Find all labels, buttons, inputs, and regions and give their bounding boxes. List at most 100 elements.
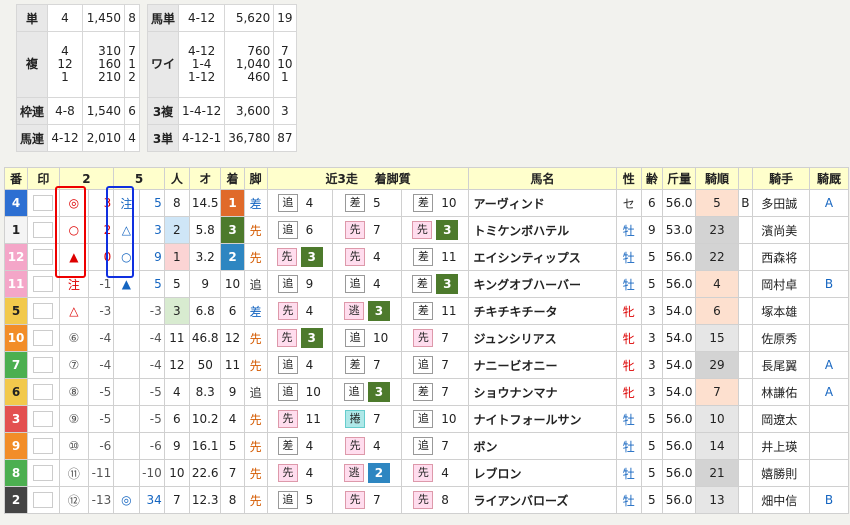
col-chaku[interactable]: 着 [220,167,245,190]
race-row[interactable]: 5 △ -3 -3 3 6.8 6 差 先 4 逃 3 差 11 チキチキチータ… [3,297,850,325]
race-row[interactable]: 4 ◎ 3 注 5 8 14.5 1 差 追 4 差 5 差 10 アーヴィンド… [3,189,850,217]
jockey-name[interactable]: 濱尚美 [752,216,810,244]
horse-name[interactable]: エイシンティップス [468,243,617,271]
mark-2: ⑦ [58,351,90,379]
mark-input[interactable] [33,330,54,346]
finish: 4 [220,405,245,433]
col-kyaku[interactable]: 脚 [243,167,268,190]
mark-input[interactable] [33,222,54,238]
col-name[interactable]: 馬名 [468,167,617,190]
horse-name[interactable]: ジュンシリアス [468,324,617,352]
mark-input[interactable] [33,276,54,292]
past-style-3: 先 [413,464,434,482]
jockey-name[interactable]: 岡村卓 [752,270,810,298]
race-row[interactable]: 10 ⑥ -4 -4 11 46.8 12 先 先 3 追 10 先 7 ジュン… [3,324,850,352]
carried-weight: 56.0 [661,459,697,487]
payout-table-left: 単 4 1,450 8 複 4 12 1 310 160 210 712 枠連 4-8 … [15,4,140,152]
col-jstable[interactable]: 騎厩 [808,167,850,190]
mark-cell[interactable] [27,189,60,217]
jockey-name[interactable]: 西森将 [752,243,810,271]
jockey-name[interactable]: 長尾翼 [752,351,810,379]
past-race-2: 先 7 [331,216,403,244]
mark-input[interactable] [33,303,54,319]
finish-pos: 7 [372,412,381,426]
jockey-rank: 29 [695,351,739,379]
mark-input[interactable] [33,249,54,265]
horse-name[interactable]: ライアンバローズ [468,486,617,514]
mark-input[interactable] [33,465,54,481]
jockey-name[interactable]: 井上瑛 [752,432,810,460]
horse-name[interactable]: アーヴィンド [468,189,617,217]
race-row[interactable]: 1 ○ 2 △ 3 2 5.8 3 先 追 6 先 7 先 3 トミケンボハテル… [3,216,850,244]
jockey-name[interactable]: 畑中信 [752,486,810,514]
mark-cell[interactable] [27,243,60,271]
past-race-1: 追 9 [266,270,333,298]
past-race-3: 追 7 [401,351,470,379]
col-jrank[interactable]: 騎順 [695,167,739,190]
col-2[interactable]: 2 [58,167,115,190]
mark-cell[interactable] [27,216,60,244]
jockey-name[interactable]: 嬉勝則 [752,459,810,487]
col-ninki[interactable]: 人 [163,167,190,190]
race-row[interactable]: 3 ⑨ -5 -5 6 10.2 4 先 先 11 捲 7 追 10 ナイトフォ… [3,405,850,433]
col-weight[interactable]: 斤量 [661,167,697,190]
race-row[interactable]: 12 ▲ 0 ○ 9 1 3.2 2 先 先 3 先 4 差 11 エイシンティ… [3,243,850,271]
col-ban[interactable]: 番 [3,167,29,190]
mark-input[interactable] [33,357,54,373]
jockey-mark [737,459,754,487]
jockey-name[interactable]: 佐原秀 [752,324,810,352]
popularity: 10 [163,459,190,487]
past-race-2: 差 5 [331,189,403,217]
odds: 6.8 [188,297,222,325]
horse-name[interactable]: ショウナンマナ [468,378,617,406]
horse-sex: 牡 [615,432,642,460]
jockey-name[interactable]: 塚本雄 [752,297,810,325]
col-5[interactable]: 5 [113,167,165,190]
horse-name[interactable]: キングオブハーバー [468,270,617,298]
col-age[interactable]: 齢 [640,167,663,190]
jockey-name[interactable]: 岡遼太 [752,405,810,433]
odds: 10.2 [188,405,222,433]
race-row[interactable]: 2 ⑫ -13 ◎ 34 7 12.3 8 先 追 5 先 7 先 8 ライアン… [3,486,850,514]
mark-cell[interactable] [27,378,60,406]
mark-cell[interactable] [27,297,60,325]
race-row[interactable]: 6 ⑧ -5 -5 4 8.3 9 追 追 10 追 3 差 7 ショウナンマナ… [3,378,850,406]
popularity: 12 [163,351,190,379]
jockey-name[interactable]: 林謙佑 [752,378,810,406]
mark-cell[interactable] [27,324,60,352]
payout-number: 4-12-1 [178,124,226,152]
mark-input[interactable] [33,411,54,427]
past-race-1: 差 4 [266,432,333,460]
mark-input[interactable] [33,195,54,211]
mark-cell[interactable] [27,405,60,433]
col-shirushi[interactable]: 印 [27,167,60,190]
past-race-3: 差 7 [401,378,470,406]
race-row[interactable]: 11 注 -1 ▲ 5 5 9 10 追 追 9 追 4 差 3 キングオブハー… [3,270,850,298]
mark-input[interactable] [33,384,54,400]
col-odds[interactable]: オ [188,167,222,190]
horse-age: 5 [640,486,663,514]
col-jockey[interactable]: 騎手 [752,167,810,190]
mark-cell[interactable] [27,459,60,487]
race-row[interactable]: 7 ⑦ -4 -4 12 50 11 先 追 4 差 7 追 7 ナニービオニー… [3,351,850,379]
jockey-name[interactable]: 多田誠 [752,189,810,217]
mark-input[interactable] [33,492,54,508]
mark-cell[interactable] [27,270,60,298]
mark-input[interactable] [33,438,54,454]
horse-name[interactable]: トミケンボハテル [468,216,617,244]
past-race-2: 追 3 [331,378,403,406]
race-row[interactable]: 9 ⑩ -6 -6 9 16.1 5 先 差 4 先 4 追 7 ボン 牡 5 … [3,432,850,460]
race-row[interactable]: 8 ⑪ -11 -10 10 22.6 7 先 先 4 逃 2 先 4 レブロン… [3,459,850,487]
horse-name[interactable]: ナイトフォールサン [468,405,617,433]
horse-name[interactable]: チキチキチータ [468,297,617,325]
mark-cell[interactable] [27,486,60,514]
horse-name[interactable]: レブロン [468,459,617,487]
col-sex[interactable]: 性 [615,167,642,190]
col-kinsou[interactable]: 近3走 着脚質 [266,167,470,190]
mark-cell[interactable] [27,432,60,460]
horse-name[interactable]: ナニービオニー [468,351,617,379]
horse-name[interactable]: ボン [468,432,617,460]
mark-5 [113,405,140,433]
odds: 5.8 [188,216,222,244]
mark-cell[interactable] [27,351,60,379]
